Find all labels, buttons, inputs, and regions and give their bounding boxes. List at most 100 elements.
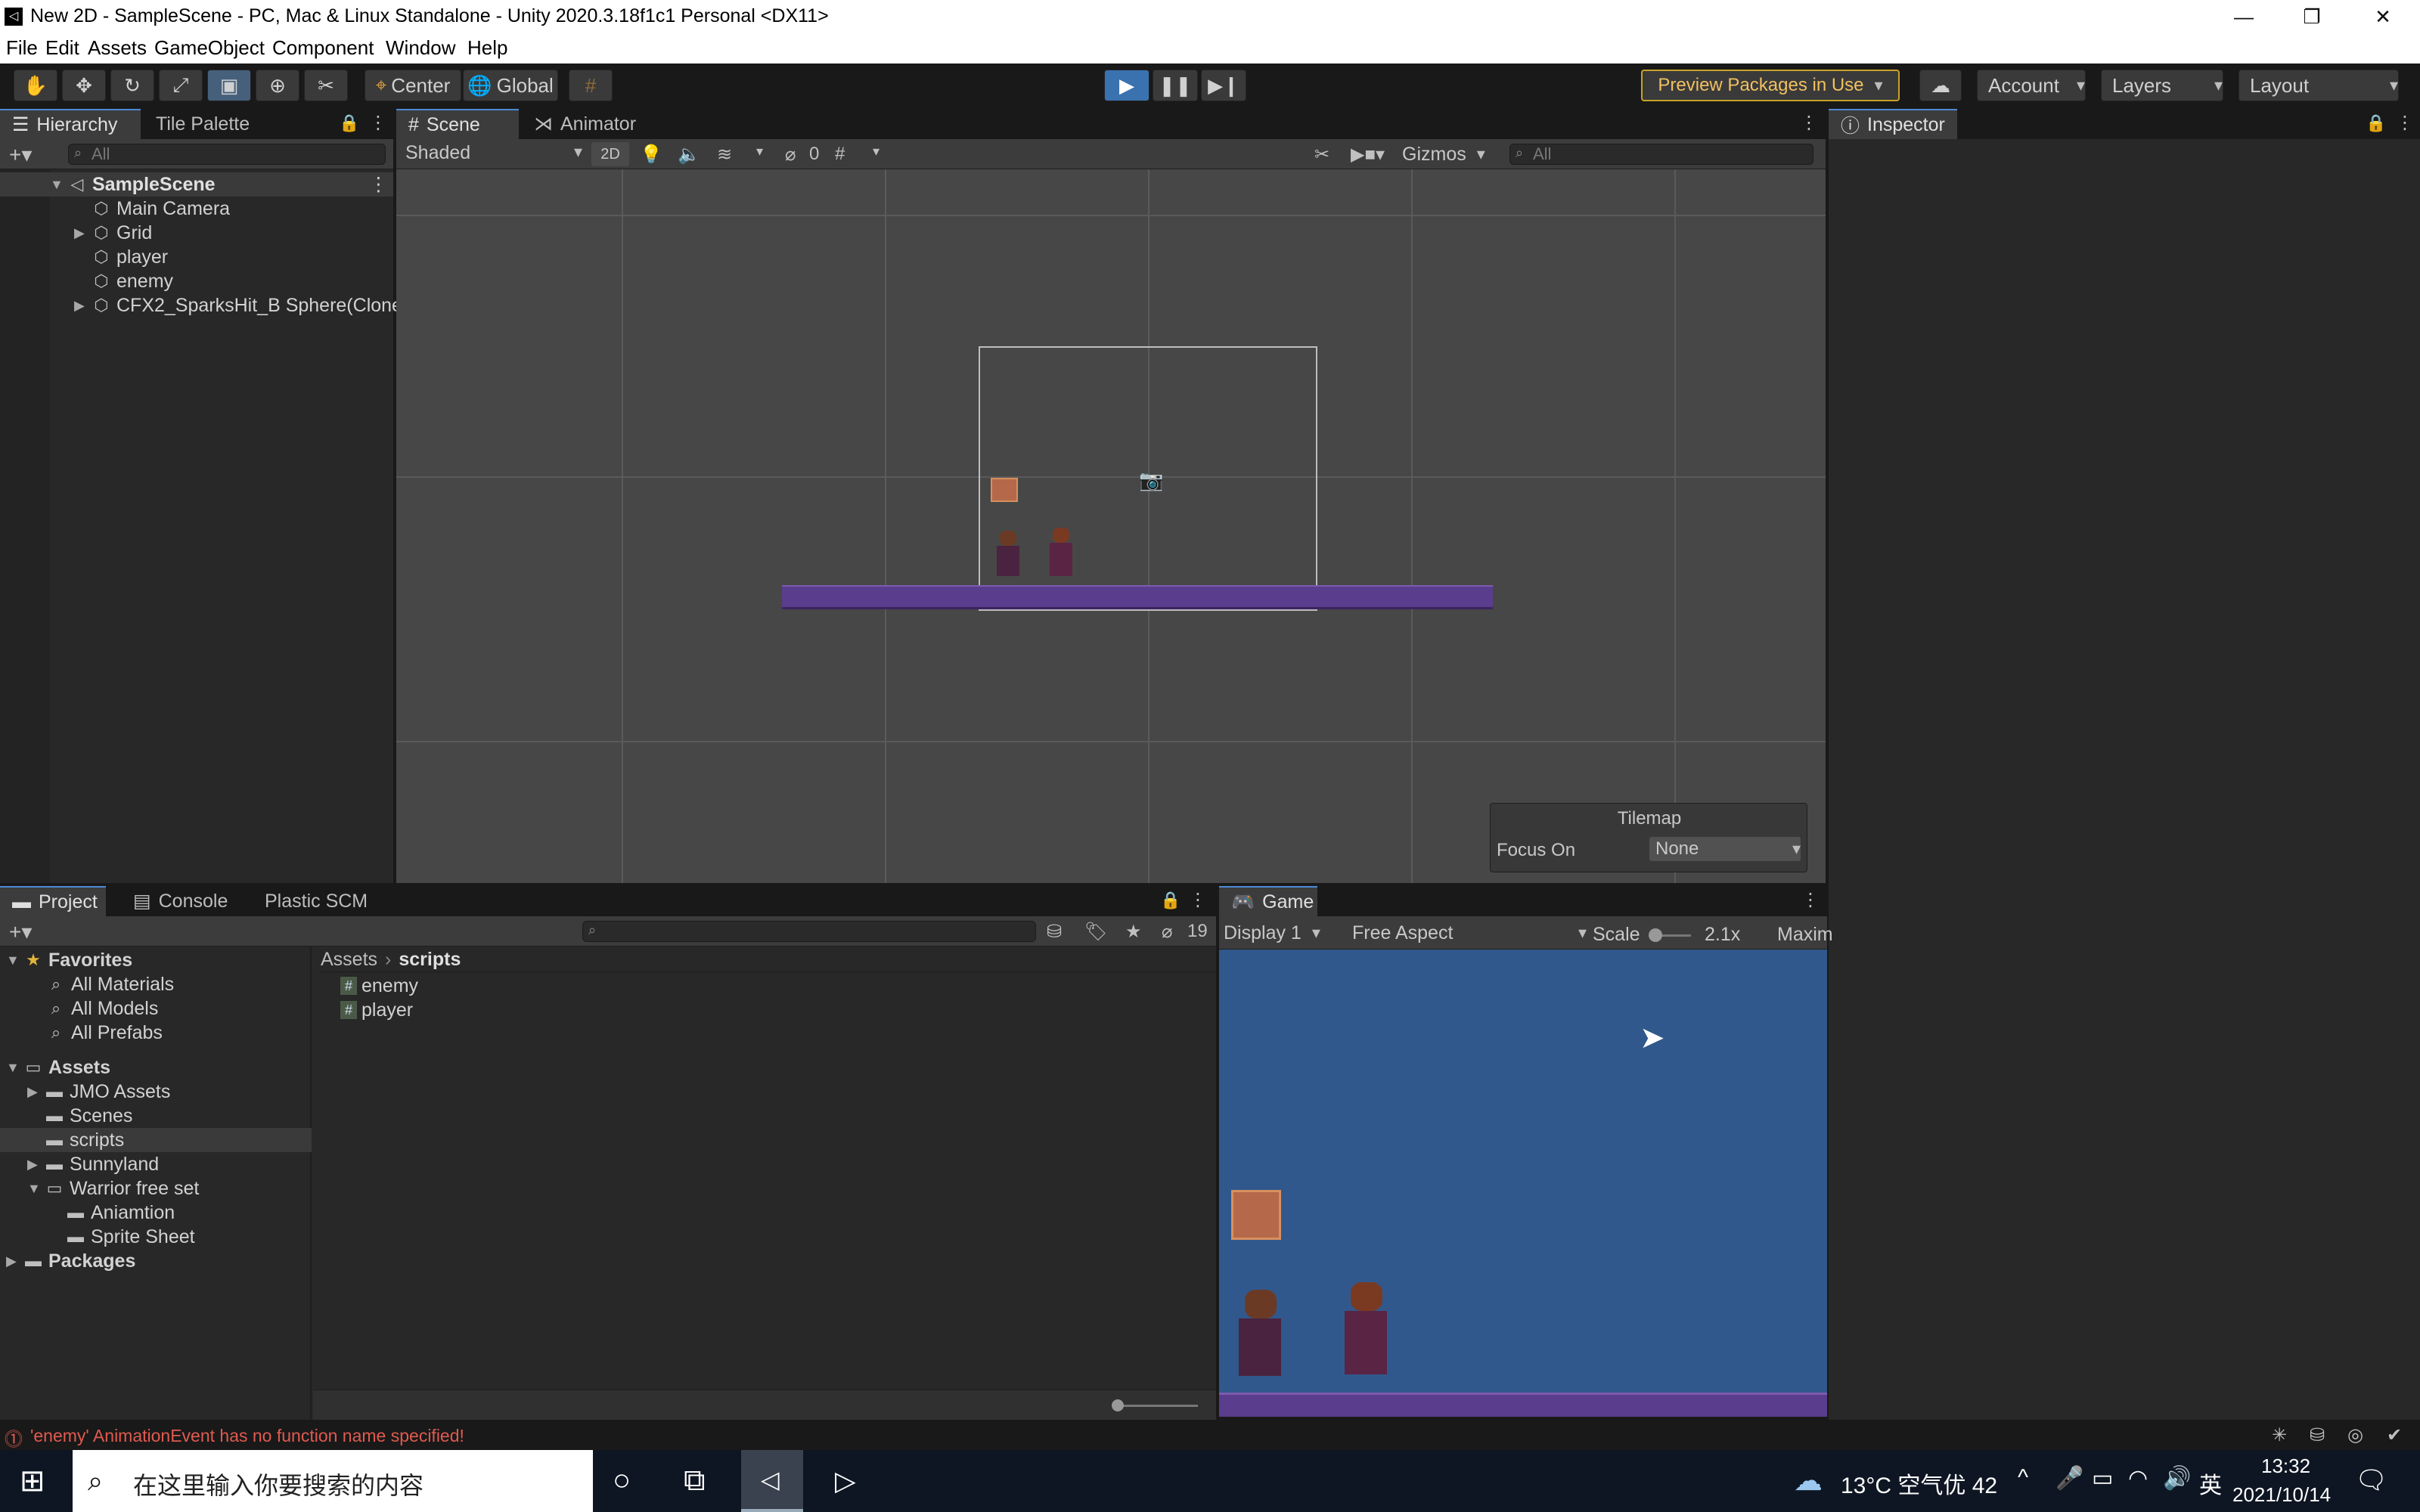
menu-gameobject[interactable]: GameObject xyxy=(154,36,265,60)
shading-dropdown[interactable]: Shaded xyxy=(401,142,587,166)
camera-gizmo-icon[interactable]: 📷 xyxy=(1139,469,1163,492)
preview-packages-dropdown[interactable]: Preview Packages in Use xyxy=(1641,70,1900,101)
scale-slider-thumb[interactable] xyxy=(1649,928,1662,942)
icon-size-slider-thumb[interactable] xyxy=(1112,1399,1124,1411)
menu-assets[interactable]: Assets xyxy=(88,36,147,60)
audio-icon[interactable]: 🔈 xyxy=(678,144,700,166)
chevron-right-icon[interactable]: ▶ xyxy=(27,1084,44,1100)
cache-icon[interactable]: ⛁ xyxy=(2310,1424,2325,1446)
more-options-icon[interactable]: ⋮ xyxy=(1801,889,1820,911)
folder-item[interactable]: ▶ ▬ JMO Assets xyxy=(27,1080,170,1104)
breadcrumb-assets[interactable]: Assets xyxy=(321,949,377,971)
hidden-objects-icon[interactable]: ⌀ xyxy=(785,144,796,166)
weather-cloud-icon[interactable]: ☁ xyxy=(1794,1464,1823,1498)
folder-item[interactable]: ▬ Scenes xyxy=(27,1104,132,1128)
taskbar-search-box[interactable]: ⌕ 在这里输入你要搜索的内容 xyxy=(73,1450,593,1512)
tab-inspector[interactable]: ⓘ Inspector xyxy=(1829,109,1957,139)
tab-tile-palette[interactable]: Tile Palette xyxy=(144,109,262,139)
lock-icon[interactable]: 🔒 xyxy=(339,113,359,133)
favorite-item[interactable]: ⌕ All Prefabs xyxy=(45,1021,163,1045)
chevron-right-icon[interactable]: ▶ xyxy=(74,225,91,241)
hierarchy-item[interactable]: ▶ ⬡ CFX2_SparksHit_B Sphere(Clone xyxy=(74,293,402,318)
project-search-input[interactable] xyxy=(582,921,1036,942)
pause-button[interactable]: ❚❚ xyxy=(1153,70,1198,101)
hierarchy-item[interactable]: ⬡ Main Camera xyxy=(74,197,230,221)
rect-tool-icon[interactable]: ▣ xyxy=(207,70,251,101)
folder-item[interactable]: ▶ ▬ Sunnyland xyxy=(27,1152,159,1176)
add-icon[interactable]: +▾ xyxy=(9,142,32,167)
hidden-packages-icon[interactable]: ⌀ xyxy=(1162,921,1172,943)
scene-more-options-icon[interactable]: ⋮ xyxy=(1800,112,1818,134)
menu-window[interactable]: Window xyxy=(386,36,455,60)
chevron-up-icon[interactable]: ^ xyxy=(2018,1465,2028,1491)
tab-game[interactable]: 🎮 Game xyxy=(1219,886,1317,916)
tab-console[interactable]: ▤ Console xyxy=(121,886,240,916)
breadcrumb-scripts[interactable]: scripts xyxy=(399,949,461,971)
focus-on-dropdown[interactable]: None xyxy=(1649,837,1801,861)
tools-icon[interactable]: ✂ xyxy=(1314,144,1329,166)
chevron-right-icon[interactable]: ▶ xyxy=(6,1253,23,1269)
favorite-item[interactable]: ⌕ All Materials xyxy=(45,972,174,996)
player-sprite[interactable] xyxy=(1041,528,1081,581)
tab-scene[interactable]: # Scene xyxy=(396,109,519,139)
grid-toggle-icon[interactable]: # xyxy=(835,144,845,165)
pivot-center-toggle[interactable]: ⌖ Center xyxy=(365,70,461,101)
play-button[interactable]: ▶ xyxy=(1104,70,1150,101)
menu-component[interactable]: Component xyxy=(272,36,374,60)
hierarchy-item[interactable]: ⬡ enemy xyxy=(74,269,173,293)
menu-file[interactable]: File xyxy=(6,36,38,60)
search-by-type-icon[interactable]: ⛁ xyxy=(1047,921,1062,943)
file-item[interactable]: # enemy xyxy=(340,974,418,998)
favorites-row[interactable]: ▼ ★ Favorites xyxy=(6,948,132,972)
favorite-star-icon[interactable]: ★ xyxy=(1125,921,1142,943)
unity-taskbar-button[interactable]: ◁ xyxy=(741,1450,803,1512)
hierarchy-search-input[interactable]: All xyxy=(68,144,386,165)
step-button[interactable]: ▶❙ xyxy=(1201,70,1246,101)
camera-icon[interactable]: ▶■▾ xyxy=(1351,144,1385,166)
snap-grid-icon[interactable]: # xyxy=(569,70,613,101)
microphone-icon[interactable]: 🎤 xyxy=(2055,1465,2083,1492)
grid-dropdown-icon[interactable]: ▾ xyxy=(873,144,880,160)
chevron-right-icon[interactable]: ▶ xyxy=(27,1157,44,1173)
more-options-icon[interactable]: ⋮ xyxy=(369,112,387,134)
clock-time[interactable]: 13:32 xyxy=(2261,1455,2310,1478)
chevron-down-icon[interactable]: ▼ xyxy=(27,1181,44,1197)
lighting-icon[interactable]: 💡 xyxy=(640,144,662,166)
hand-tool-icon[interactable]: ✋ xyxy=(14,70,57,101)
tab-project[interactable]: ▬ Project xyxy=(0,886,106,916)
menu-help[interactable]: Help xyxy=(467,36,507,60)
layout-dropdown[interactable]: Layout xyxy=(2238,70,2399,101)
aspect-dropdown[interactable]: Free Aspect xyxy=(1345,921,1587,945)
cloud-icon[interactable]: ☁ xyxy=(1919,70,1962,101)
more-options-icon[interactable]: ⋮ xyxy=(1189,889,1207,911)
tab-animator[interactable]: ⋊ Animator xyxy=(522,109,648,139)
status-message[interactable]: 'enemy' AnimationEvent has no function n… xyxy=(30,1426,464,1446)
icon-size-slider[interactable] xyxy=(1115,1405,1198,1407)
2d-toggle[interactable]: 2D xyxy=(591,142,629,166)
label-icon[interactable]: 🏷 xyxy=(1084,921,1107,943)
lock-icon[interactable]: 🔒 xyxy=(2366,113,2386,133)
wifi-icon[interactable]: ◠ xyxy=(2128,1465,2148,1492)
task-view-icon[interactable]: ⧉ xyxy=(684,1464,706,1498)
assets-row[interactable]: ▼ ▭ Assets xyxy=(6,1055,110,1080)
add-icon[interactable]: +▾ xyxy=(9,919,32,944)
restore-button[interactable]: ❐ xyxy=(2276,0,2347,33)
windows-start-icon[interactable]: ⊞ xyxy=(20,1464,45,1498)
battery-icon[interactable]: ▭ xyxy=(2092,1465,2113,1492)
tab-plastic-scm[interactable]: Plastic SCM xyxy=(253,886,380,916)
hierarchy-item[interactable]: ▶ ⬡ Grid xyxy=(74,221,152,245)
scale-tool-icon[interactable]: ⤢ xyxy=(159,70,203,101)
favorite-item[interactable]: ⌕ All Models xyxy=(45,996,159,1021)
custom-tool-icon[interactable]: ✂ xyxy=(304,70,348,101)
folder-item-selected[interactable]: ▬ scripts xyxy=(0,1128,312,1152)
more-options-icon[interactable]: ⋮ xyxy=(2396,112,2414,134)
rotate-tool-icon[interactable]: ↻ xyxy=(110,70,154,101)
account-dropdown[interactable]: Account xyxy=(1977,70,2086,101)
maximize-on-play-toggle[interactable]: Maxim xyxy=(1777,924,1833,946)
game-viewport[interactable]: ➤ xyxy=(1219,950,1827,1417)
chevron-right-icon[interactable]: ▶ xyxy=(74,298,91,314)
debug-icon[interactable]: ✳ xyxy=(2272,1424,2287,1446)
packages-row[interactable]: ▶ ▬ Packages xyxy=(6,1249,135,1273)
ime-indicator[interactable]: 英 xyxy=(2199,1467,2222,1500)
minimize-button[interactable]: — xyxy=(2208,0,2279,33)
